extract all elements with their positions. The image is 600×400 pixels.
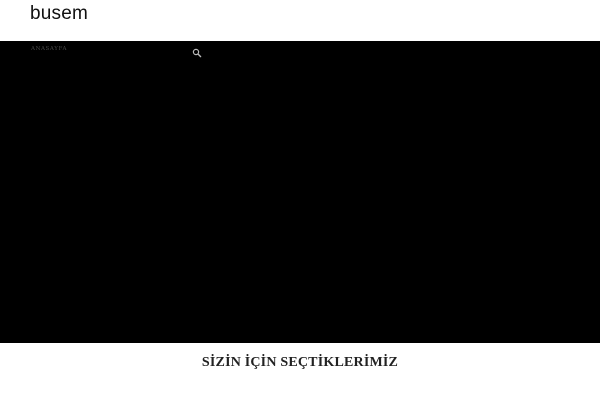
hero-banner: ANASAYFA (0, 41, 600, 343)
site-header: busem (0, 0, 600, 41)
search-button[interactable] (192, 45, 202, 58)
nav-item-anasayfa[interactable]: ANASAYFA (31, 46, 67, 52)
site-logo[interactable]: busem (30, 3, 88, 25)
search-icon (192, 48, 202, 58)
section-title: SİZİN İÇİN SEÇTİKLERİMİZ (201, 355, 399, 370)
main-navigation: ANASAYFA (0, 41, 600, 59)
